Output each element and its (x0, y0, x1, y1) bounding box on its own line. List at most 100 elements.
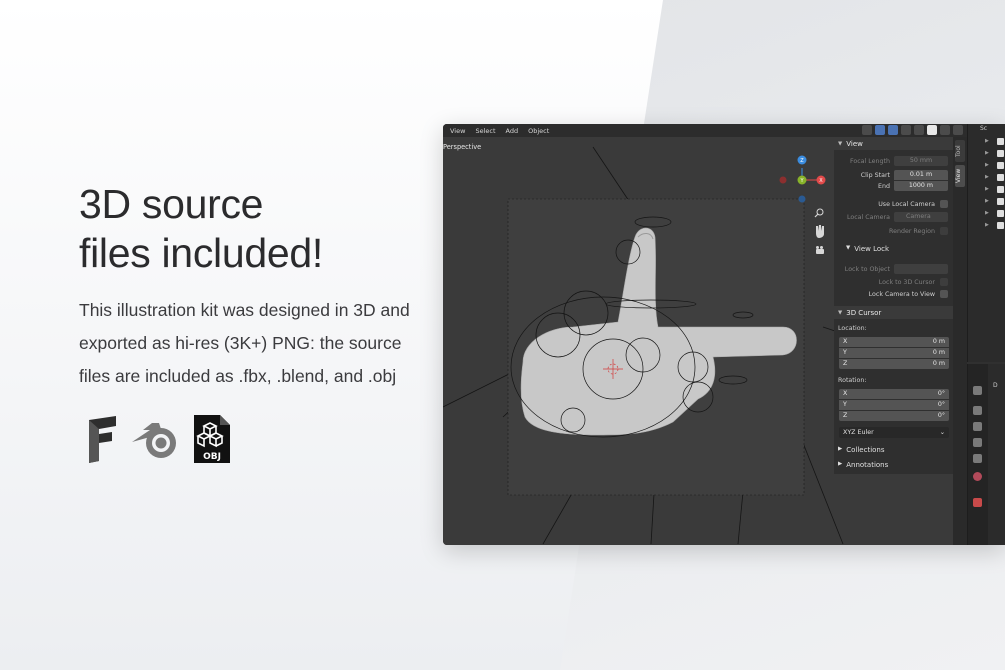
chevron-right-icon: ▶ (985, 174, 989, 180)
visibility-checkbox[interactable] (997, 222, 1004, 229)
menu-add[interactable]: Add (502, 126, 523, 136)
shading-rendered-icon[interactable] (953, 125, 963, 135)
shading-solid-icon[interactable] (927, 125, 937, 135)
tab-view[interactable]: View (955, 165, 965, 187)
panel-annotations-header[interactable]: ▶ Annotations (838, 461, 888, 469)
camera-view-icon[interactable] (816, 246, 824, 254)
texture-properties-icon[interactable] (973, 498, 982, 507)
lock-to-3d-cursor-label: Lock to 3D Cursor (878, 279, 935, 286)
visibility-checkbox[interactable] (997, 198, 1004, 205)
properties-header: D (993, 382, 998, 389)
description-line: exported as hi-res (3K+) PNG: the source (79, 333, 402, 353)
chevron-right-icon: ▶ (985, 198, 989, 204)
cursor-location-label: Location: (838, 325, 867, 332)
rotation-mode-value: XYZ Euler (843, 429, 874, 436)
pan-hand-icon[interactable] (816, 225, 824, 238)
outliner-row[interactable]: ▶ (968, 184, 1005, 196)
axis-label: X (843, 338, 848, 345)
headline: 3D source files included! (79, 180, 323, 278)
visibility-checkbox[interactable] (997, 186, 1004, 193)
output-properties-icon[interactable] (973, 422, 982, 431)
cursor-rotation-z-field[interactable]: Z 0° (839, 411, 949, 421)
visibility-icon[interactable] (862, 125, 872, 135)
axis-label: Y (843, 349, 847, 356)
panel-collections-header[interactable]: ▶ Collections (838, 446, 885, 454)
visibility-checkbox[interactable] (997, 210, 1004, 217)
world-properties-icon[interactable] (973, 472, 982, 481)
panel-view-lock-title: View Lock (854, 245, 890, 253)
render-region-checkbox[interactable] (940, 227, 948, 235)
outliner: Sc ▶ ▶ ▶ ▶ ▶ ▶ ▶ ▶ (967, 124, 1005, 362)
sidebar-panel: ▼ View Focal Length 50 mm Clip Start 0.0… (834, 137, 953, 474)
outliner-row[interactable]: ▶ (968, 172, 1005, 184)
tab-tool[interactable]: Tool (955, 140, 965, 162)
local-camera-field[interactable]: Camera (894, 212, 948, 222)
menu-view[interactable]: View (446, 126, 469, 136)
outliner-row[interactable]: ▶ (968, 136, 1005, 148)
axis-value: 0° (937, 390, 945, 397)
xray-toggle-icon[interactable] (901, 125, 911, 135)
clip-end-field[interactable]: 1000 m (894, 181, 948, 191)
blender-window: Z X Y View Select Add Object Perspective… (443, 124, 1005, 545)
gizmo-x-label: X (819, 178, 823, 184)
axis-value: 0 m (932, 360, 945, 367)
cursor-location-x-field[interactable]: X 0 m (839, 337, 949, 347)
gizmo-toggle-icon[interactable] (875, 125, 885, 135)
axis-label: Y (843, 401, 847, 408)
viewport-header: View Select Add Object (443, 124, 967, 137)
panel-3d-cursor-title: 3D Cursor (846, 308, 882, 317)
lock-to-object-field[interactable] (894, 264, 948, 274)
shading-material-icon[interactable] (940, 125, 950, 135)
outliner-row[interactable]: ▶ (968, 220, 1005, 232)
blender-logo-icon (132, 423, 176, 458)
zoom-icon[interactable] (814, 208, 824, 218)
outliner-row[interactable]: ▶ (968, 160, 1005, 172)
menu-object[interactable]: Object (524, 126, 553, 136)
lock-camera-to-view-checkbox[interactable] (940, 290, 948, 298)
axis-value: 0° (937, 401, 945, 408)
visibility-checkbox[interactable] (997, 138, 1004, 145)
format-icons: OBJ (86, 413, 232, 465)
cursor-rotation-y-field[interactable]: Y 0° (839, 400, 949, 410)
outliner-row[interactable]: ▶ (968, 148, 1005, 160)
rotation-mode-select[interactable]: XYZ Euler ⌄ (839, 427, 949, 438)
render-properties-icon[interactable] (973, 406, 982, 415)
properties-editor: D (967, 364, 1005, 545)
navigation-gizmo[interactable]: Z X Y (779, 155, 826, 203)
use-local-camera-checkbox[interactable] (940, 200, 948, 208)
use-local-camera-label: Use Local Camera (878, 201, 935, 208)
panel-view-header[interactable]: ▼ View (834, 137, 953, 150)
menu-select[interactable]: Select (471, 126, 499, 136)
gizmo-z-label: Z (800, 158, 804, 164)
shading-wireframe-icon[interactable] (914, 125, 924, 135)
panel-collections-title: Collections (846, 446, 885, 454)
tool-settings-icon[interactable] (973, 386, 982, 395)
description-line: files are included as .fbx, .blend, and … (79, 366, 397, 386)
outliner-row[interactable]: ▶ (968, 208, 1005, 220)
visibility-checkbox[interactable] (997, 162, 1004, 169)
lock-to-3d-cursor-checkbox[interactable] (940, 278, 948, 286)
sidebar-tabs: Tool View (953, 137, 967, 545)
panel-3d-cursor-header[interactable]: ▼ 3D Cursor (834, 306, 953, 319)
lock-to-object-label: Lock to Object (844, 266, 890, 273)
axis-value: 0° (937, 412, 945, 419)
focal-length-field[interactable]: 50 mm (894, 156, 948, 166)
cursor-location-y-field[interactable]: Y 0 m (839, 348, 949, 358)
scene-properties-icon[interactable] (973, 454, 982, 463)
panel-view-lock-header[interactable]: ▼ View Lock (846, 245, 889, 253)
chevron-down-icon: ▼ (838, 140, 843, 147)
local-camera-label: Local Camera (846, 214, 890, 221)
clip-start-field[interactable]: 0.01 m (894, 170, 948, 180)
3d-viewport[interactable]: Z X Y View Select Add Object Perspective… (443, 124, 967, 545)
visibility-checkbox[interactable] (997, 174, 1004, 181)
cursor-location-z-field[interactable]: Z 0 m (839, 359, 949, 369)
chevron-right-icon: ▶ (838, 461, 843, 467)
outliner-header: Sc (980, 125, 988, 132)
view-layer-icon[interactable] (973, 438, 982, 447)
overlay-toggle-icon[interactable] (888, 125, 898, 135)
panel-view-title: View (846, 139, 863, 148)
outliner-row[interactable]: ▶ (968, 196, 1005, 208)
obj-file-icon: OBJ (194, 415, 230, 463)
cursor-rotation-x-field[interactable]: X 0° (839, 389, 949, 399)
visibility-checkbox[interactable] (997, 150, 1004, 157)
